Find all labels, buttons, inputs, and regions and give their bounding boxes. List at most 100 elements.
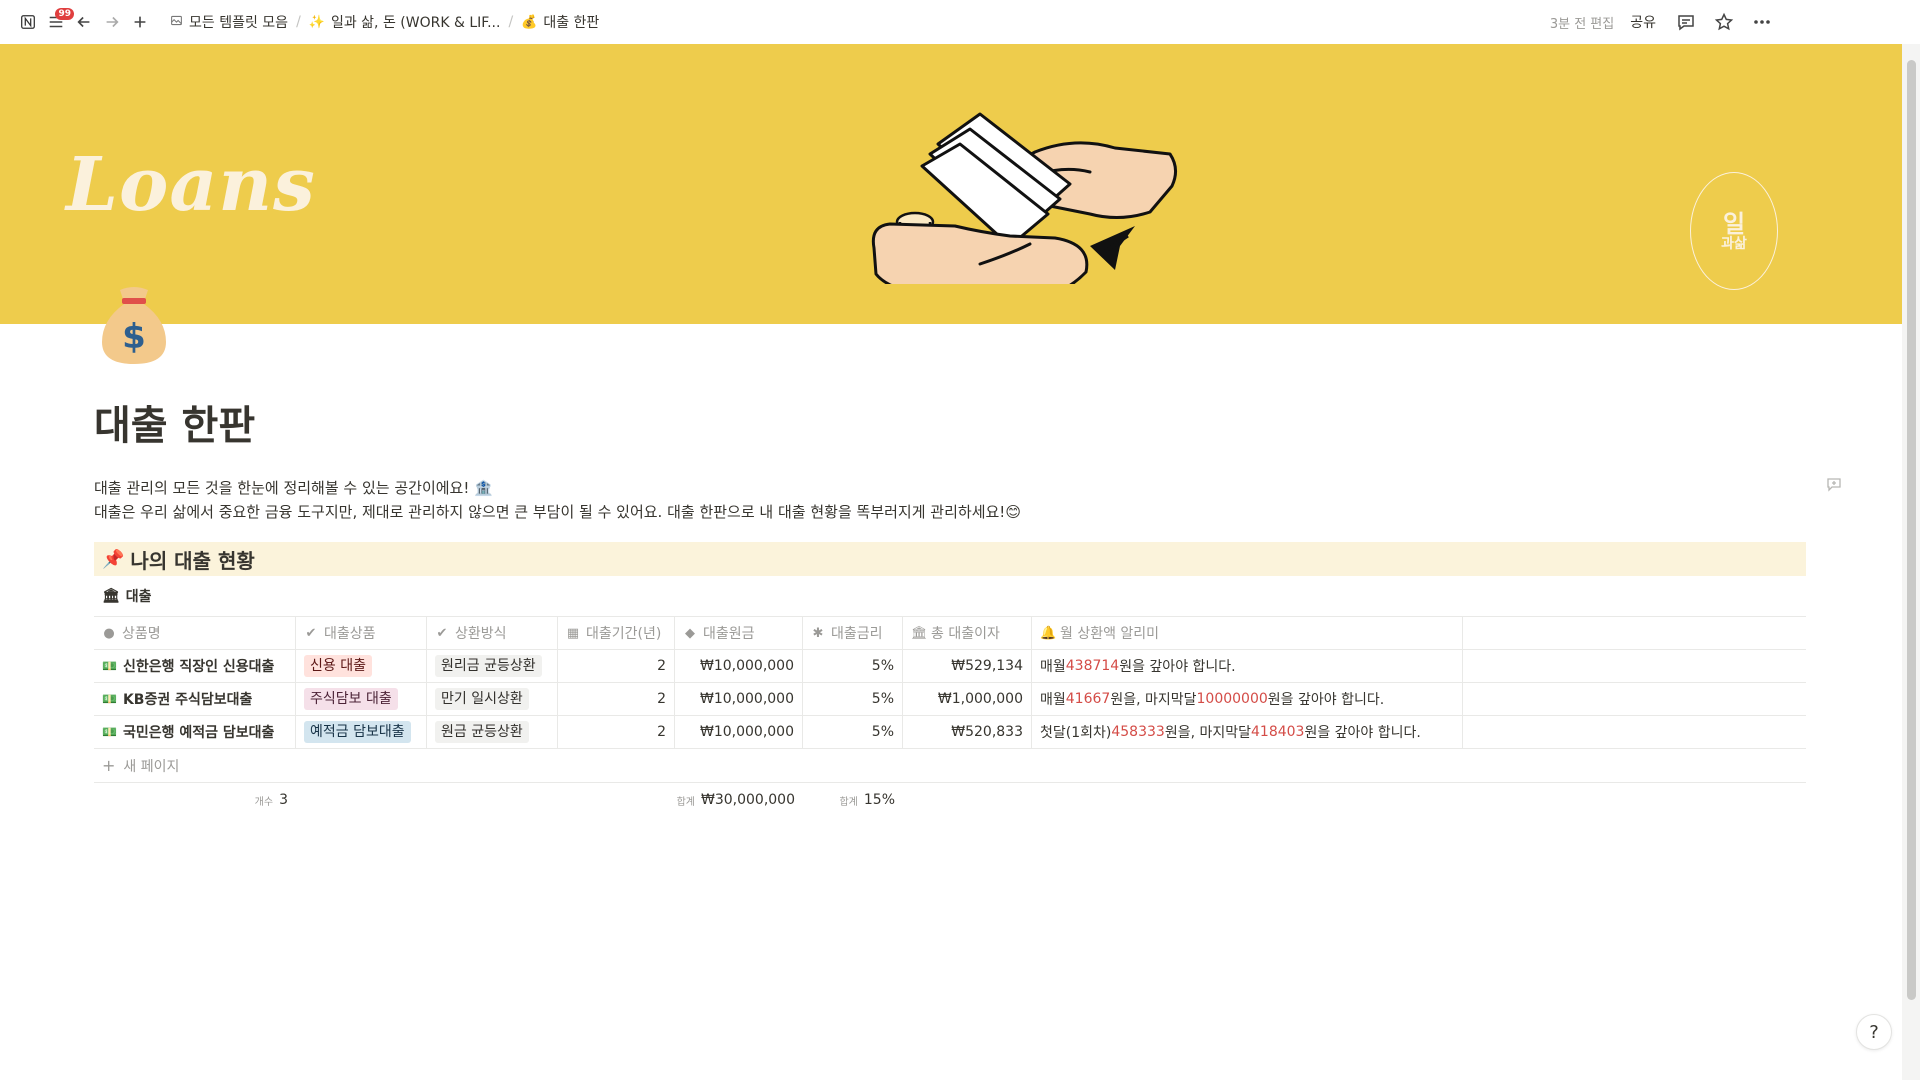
topbar-actions: 3분 전 편집 공유	[1550, 8, 1908, 36]
column-header-interest-rate[interactable]: ✱ 대출금리	[803, 617, 903, 649]
cover-image: Loans 일 과삶	[0, 44, 1902, 324]
table-row[interactable]: 💵 KB증권 주식담보대출 주식담보 대출 만기 일시상환 2 ₩10,000,0…	[94, 683, 1806, 716]
breadcrumb-item-templates[interactable]: 모든 템플릿 모음	[164, 10, 294, 34]
column-header-loan-period[interactable]: ▦ 대출기간(년)	[558, 617, 675, 649]
add-page-icon[interactable]	[128, 10, 152, 34]
comment-icon[interactable]	[1672, 8, 1700, 36]
empty-cell	[1463, 716, 1806, 748]
status-property-icon: ✔	[305, 625, 317, 641]
column-header-monthly-alarm[interactable]: 🔔 월 상환액 알리미	[1032, 617, 1463, 649]
breadcrumb-separator: /	[296, 14, 301, 30]
table-row[interactable]: 💵 국민은행 예적금 담보대출 예적금 담보대출 원금 균등상환 2 ₩10,00…	[94, 716, 1806, 749]
product-name-cell[interactable]: 💵 KB증권 주식담보대출	[94, 683, 296, 715]
interest-rate-cell[interactable]: 5%	[803, 683, 903, 715]
description-line-1[interactable]: 대출 관리의 모든 것을 한눈에 정리해볼 수 있는 공간이에요! 🏦	[94, 476, 1806, 500]
plus-icon: +	[102, 756, 116, 775]
share-button[interactable]: 공유	[1624, 10, 1662, 34]
callout-text: 나의 대출 현황	[130, 548, 255, 573]
loan-product-cell[interactable]: 신용 대출	[296, 650, 427, 682]
principal-cell[interactable]: ₩10,000,000	[675, 716, 803, 748]
count-calculation[interactable]: 개수 3	[94, 783, 296, 817]
database-title-text: 대출	[125, 589, 152, 605]
amount-highlight: 10000000	[1196, 691, 1268, 707]
bank-icon: 🏛	[102, 588, 120, 604]
scrollbar[interactable]	[1902, 44, 1920, 1080]
column-header-product-name[interactable]: ● 상품명	[94, 617, 296, 649]
loan-product-cell[interactable]: 예적금 담보대출	[296, 716, 427, 748]
column-header-principal[interactable]: ◆ 대출원금	[675, 617, 803, 649]
description-line-2[interactable]: 대출은 우리 삶에서 중요한 금융 도구지만, 제대로 관리하지 않으면 큰 부…	[94, 500, 1806, 524]
product-name-cell[interactable]: 💵 신한은행 직장인 신용대출	[94, 650, 296, 682]
column-header-repay-method[interactable]: ✔ 상환방식	[427, 617, 558, 649]
total-interest-cell[interactable]: ₩529,134	[903, 650, 1032, 682]
diamond-property-icon: ◆	[685, 625, 695, 641]
help-button[interactable]: ?	[1856, 1014, 1892, 1050]
loan-product-tag: 예적금 담보대출	[304, 721, 411, 743]
page-title[interactable]: 대출 한판	[94, 396, 1806, 456]
notion-logo-icon[interactable]	[16, 10, 40, 34]
star-icon[interactable]	[1710, 8, 1738, 36]
loan-product-tag: 주식담보 대출	[304, 688, 398, 710]
repay-method-tag: 원금 균등상환	[435, 721, 529, 743]
loan-product-cell[interactable]: 주식담보 대출	[296, 683, 427, 715]
breadcrumb: 모든 템플릿 모음 / ✨ 일과 삶, 돈 (WORK & LIF... / 💰…	[164, 10, 605, 34]
repay-method-tag: 만기 일시상환	[435, 688, 529, 710]
brand-seal: 일 과삶	[1690, 172, 1778, 290]
loan-product-tag: 신용 대출	[304, 655, 372, 677]
principal-cell[interactable]: ₩10,000,000	[675, 650, 803, 682]
more-options-icon[interactable]	[1748, 8, 1776, 36]
total-interest-cell[interactable]: ₩520,833	[903, 716, 1032, 748]
sparkle-icon: ✨	[308, 14, 325, 30]
principal-sum-calculation[interactable]: 합계 ₩30,000,000	[675, 783, 803, 817]
monthly-alarm-cell[interactable]: 매월 41667 원을, 마지막달 10000000 원을 갚아야 합니다.	[1032, 683, 1463, 715]
column-header-empty	[1463, 617, 1806, 649]
hands-money-illustration	[871, 112, 1177, 284]
table-row[interactable]: 💵 신한은행 직장인 신용대출 신용 대출 원리금 균등상환 2 ₩10,000,…	[94, 650, 1806, 683]
table-header-row: ● 상품명 ✔ 대출상품 ✔ 상환방식 ▦ 대출기간(년) ◆ 대출원금 ✱ 대출금리 🏛 총…	[94, 617, 1806, 650]
loan-period-cell[interactable]: 2	[558, 683, 675, 715]
calc-empty[interactable]	[296, 783, 427, 817]
repay-method-cell[interactable]: 원금 균등상환	[427, 716, 558, 748]
principal-cell[interactable]: ₩10,000,000	[675, 683, 803, 715]
column-header-total-interest[interactable]: 🏛 총 대출이자	[903, 617, 1032, 649]
money-icon: 💵	[102, 692, 117, 706]
svg-text:$: $	[122, 317, 146, 357]
monthly-alarm-cell[interactable]: 매월 438714 원을 갚아야 합니다.	[1032, 650, 1463, 682]
repay-method-tag: 원리금 균등상환	[435, 655, 542, 677]
new-page-button[interactable]: + 새 페이지	[94, 749, 1806, 783]
sidebar-menu-icon[interactable]: 99	[44, 8, 74, 34]
callout-heading[interactable]: 📌 나의 대출 현황	[94, 542, 1806, 576]
help-icon: ?	[1869, 1021, 1879, 1043]
rate-sum-calculation[interactable]: 합계 15%	[803, 783, 903, 817]
breadcrumb-item-work-life[interactable]: ✨ 일과 삶, 돈 (WORK & LIF...	[303, 10, 507, 34]
cover-title: Loans	[66, 142, 316, 228]
total-interest-cell[interactable]: ₩1,000,000	[903, 683, 1032, 715]
moneybag-icon: 💰	[521, 14, 538, 30]
loan-period-cell[interactable]: 2	[558, 650, 675, 682]
database-title[interactable]: 🏛 대출	[94, 576, 1806, 616]
column-header-loan-product[interactable]: ✔ 대출상품	[296, 617, 427, 649]
calendar-property-icon: ▦	[566, 625, 580, 641]
topbar: 99 모든 템플릿 모음 / ✨ 일과 삶, 돈 (WORK & LIF... …	[0, 0, 1920, 44]
loan-period-cell[interactable]: 2	[558, 716, 675, 748]
moneybag-page-icon[interactable]: $	[94, 280, 174, 366]
calc-empty[interactable]	[558, 783, 675, 817]
back-arrow-icon[interactable]	[72, 10, 96, 34]
repay-method-cell[interactable]: 만기 일시상환	[427, 683, 558, 715]
monthly-alarm-cell[interactable]: 첫달(1회차) 458333 원을, 마지막달 418403 원을 갚아야 합니다.	[1032, 716, 1463, 748]
interest-rate-cell[interactable]: 5%	[803, 650, 903, 682]
scrollbar-thumb[interactable]	[1907, 60, 1916, 1000]
calc-empty[interactable]	[427, 783, 558, 817]
forward-arrow-icon[interactable]	[100, 10, 124, 34]
repay-method-cell[interactable]: 원리금 균등상환	[427, 650, 558, 682]
pushpin-icon: 📌	[102, 548, 125, 570]
amount-highlight: 438714	[1065, 658, 1120, 674]
seal-text-bottom: 과삶	[1721, 236, 1747, 252]
breadcrumb-item-loans[interactable]: 💰 대출 한판	[515, 10, 605, 34]
product-name-cell[interactable]: 💵 국민은행 예적금 담보대출	[94, 716, 296, 748]
add-comment-icon[interactable]	[1826, 476, 1842, 492]
interest-rate-cell[interactable]: 5%	[803, 716, 903, 748]
amount-highlight: 418403	[1251, 724, 1305, 740]
last-edited-text: 3분 전 편집	[1549, 16, 1615, 32]
seal-text-top: 일	[1722, 210, 1746, 238]
